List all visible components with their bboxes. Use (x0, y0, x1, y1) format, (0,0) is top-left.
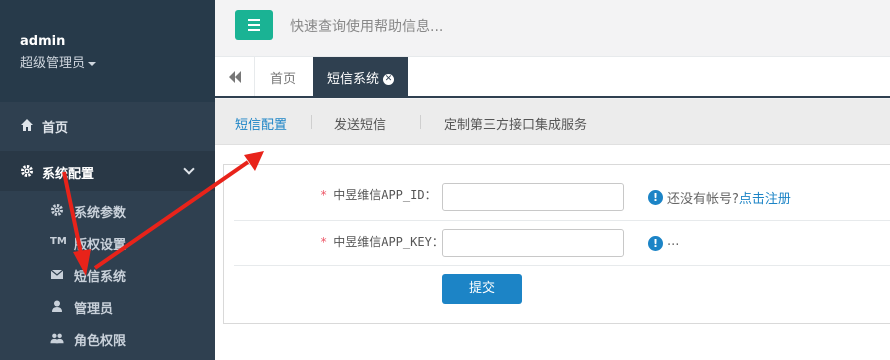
tab-label: 首页 (270, 72, 297, 87)
app-key-input[interactable] (442, 229, 624, 257)
subnav-custom-integration[interactable]: 定制第三方接口集成服务 (444, 114, 587, 133)
home-icon (21, 119, 33, 131)
sub-item-sms-system[interactable]: 短信系统 (0, 259, 215, 289)
caret-down-icon (88, 61, 97, 66)
main-content: * 中昱维信APP_ID： ! 还没有帐号?点击注册 * 中昱维信APP_KEY： … (215, 145, 890, 360)
sub-navigation: 短信配置 发送短信 定制第三方接口集成服务 (215, 99, 890, 145)
user-name: admin (20, 34, 66, 49)
sidebar: admin 超级管理员 首页 系统配置 系统参数 TM 版权设置 短信系统 管理… (0, 0, 215, 360)
app-id-label: * 中昱维信APP_ID： (320, 188, 437, 202)
gear-icon (21, 165, 33, 177)
close-icon[interactable]: ✕ (383, 74, 395, 85)
users-icon (50, 333, 64, 344)
sub-item-copyright[interactable]: TM 版权设置 (0, 227, 215, 257)
submit-button[interactable]: 提交 (442, 274, 522, 304)
register-hint: 还没有帐号?点击注册 (667, 192, 791, 207)
sub-item-label: 短信系统 (74, 270, 127, 285)
info-icon: ! (648, 236, 663, 251)
tab-bar: 首页 短信系统 ✕ (215, 57, 890, 98)
tab-label: 短信系统 (327, 72, 380, 87)
info-icon: ! (648, 190, 663, 205)
divider (420, 115, 421, 129)
tab-home[interactable]: 首页 (256, 57, 310, 96)
sms-config-form: * 中昱维信APP_ID： ! 还没有帐号?点击注册 * 中昱维信APP_KEY： … (223, 164, 890, 324)
chevron-down-icon (183, 163, 195, 175)
tab-scroll-left-button[interactable] (215, 57, 255, 96)
sub-item-label: 管理员 (74, 302, 114, 317)
sub-item-roles[interactable]: 角色权限 (0, 323, 215, 353)
nav-item-home[interactable]: 首页 (0, 105, 215, 145)
envelope-icon (50, 269, 64, 279)
sub-item-label: 版权设置 (74, 238, 127, 253)
user-profile: admin 超级管理员 (0, 0, 215, 102)
sub-item-system-params[interactable]: 系统参数 (0, 195, 215, 225)
user-icon (52, 300, 62, 312)
gear-icon (51, 204, 63, 216)
divider (234, 265, 890, 266)
register-link[interactable]: 点击注册 (739, 192, 791, 207)
double-left-icon (229, 71, 241, 83)
subnav-send-sms[interactable]: 发送短信 (334, 114, 386, 133)
app-id-input[interactable] (442, 183, 624, 211)
divider (234, 220, 890, 221)
top-bar: 快速查询使用帮助信息... (215, 0, 890, 57)
menu-toggle-button[interactable] (235, 10, 273, 40)
required-marker: * (320, 188, 328, 202)
sub-item-admin[interactable]: 管理员 (0, 291, 215, 321)
sub-item-label: 角色权限 (74, 334, 127, 349)
nav-item-label: 首页 (42, 121, 69, 136)
app-key-label: * 中昱维信APP_KEY： (320, 235, 444, 249)
divider (311, 115, 312, 129)
sub-item-label: 系统参数 (74, 206, 127, 221)
user-role: 超级管理员 (20, 56, 86, 71)
app-key-hint: ... (667, 234, 680, 249)
hamburger-icon (248, 19, 260, 21)
trademark-icon: TM (50, 236, 67, 247)
subnav-sms-config[interactable]: 短信配置 (235, 114, 287, 133)
required-marker: * (320, 235, 328, 249)
search-input[interactable]: 快速查询使用帮助信息... (290, 16, 443, 36)
tab-sms-system[interactable]: 短信系统 ✕ (313, 57, 409, 96)
nav-item-system-config[interactable]: 系统配置 (0, 151, 215, 191)
user-role-dropdown[interactable]: 超级管理员 (20, 52, 97, 71)
nav-item-label: 系统配置 (42, 167, 95, 182)
